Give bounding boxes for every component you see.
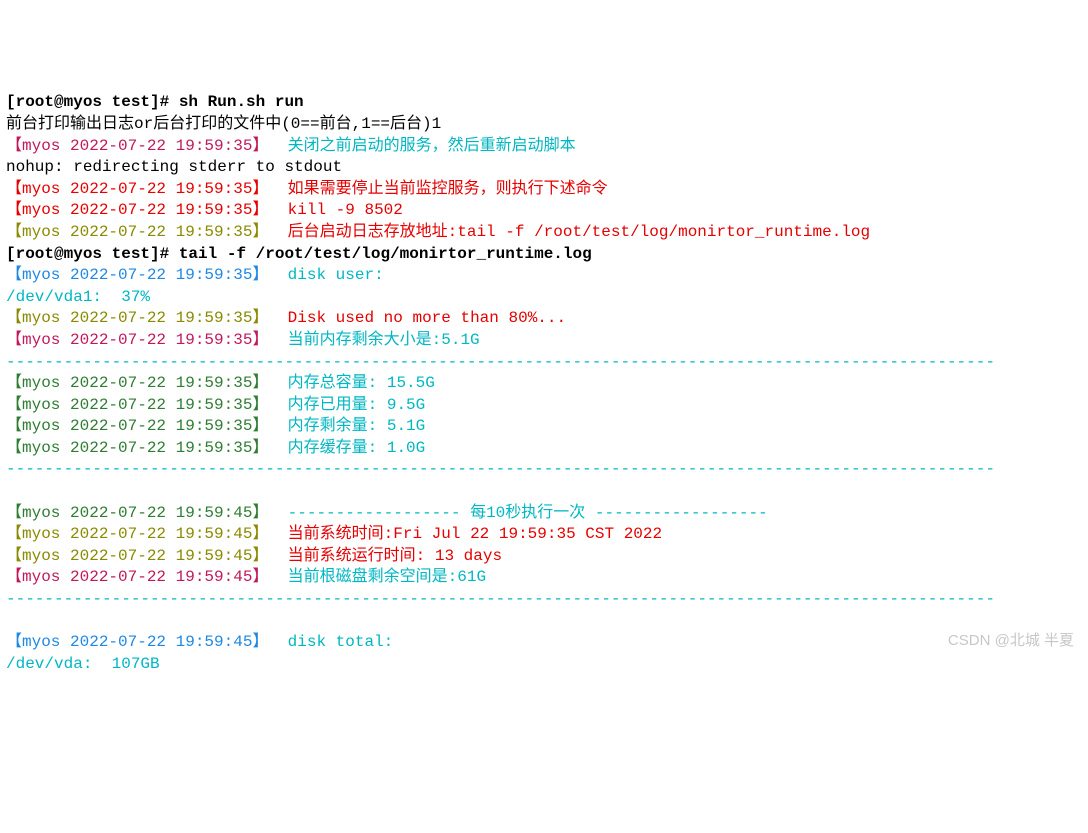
terminal-line xyxy=(6,611,1082,633)
terminal-span: disk user: xyxy=(278,266,384,284)
terminal-span: 内存剩余量: 5.1G xyxy=(278,417,425,435)
terminal-span: 当前根磁盘剩余空间是:61G xyxy=(278,568,486,586)
terminal-span: 内存缓存量: 1.0G xyxy=(278,439,425,457)
terminal-line: 【myos 2022-07-22 19:59:35】 当前内存剩余大小是:5.1… xyxy=(6,330,1082,352)
terminal-span: 后台启动日志存放地址:tail -f /root/test/log/monirt… xyxy=(278,223,870,241)
terminal-line: ----------------------------------------… xyxy=(6,459,1082,481)
terminal-line: 【myos 2022-07-22 19:59:35】 disk user: xyxy=(6,265,1082,287)
terminal-line: 【myos 2022-07-22 19:59:45】 当前系统运行时间: 13 … xyxy=(6,546,1082,568)
terminal-line: 【myos 2022-07-22 19:59:45】 -------------… xyxy=(6,503,1082,525)
terminal-line: 前台打印输出日志or后台打印的文件中(0==前台,1==后台)1 xyxy=(6,114,1082,136)
terminal-span: 【myos 2022-07-22 19:59:45】 xyxy=(6,504,278,522)
terminal-span: 【myos 2022-07-22 19:59:45】 xyxy=(6,525,278,543)
terminal-span: 【myos 2022-07-22 19:59:35】 xyxy=(6,266,278,284)
terminal-line: 【myos 2022-07-22 19:59:35】 如果需要停止当前监控服务，… xyxy=(6,179,1082,201)
terminal-line: 【myos 2022-07-22 19:59:35】 内存缓存量: 1.0G xyxy=(6,438,1082,460)
terminal-span: 【myos 2022-07-22 19:59:45】 xyxy=(6,633,278,651)
terminal-span: 内存总容量: 15.5G xyxy=(278,374,435,392)
terminal-span: 【myos 2022-07-22 19:59:35】 xyxy=(6,201,278,219)
terminal-line: 【myos 2022-07-22 19:59:45】 当前系统时间:Fri Ju… xyxy=(6,524,1082,546)
terminal-span: ----------------------------------------… xyxy=(6,353,995,371)
terminal-span: ----------------------------------------… xyxy=(6,590,995,608)
terminal-span: disk total: xyxy=(278,633,393,651)
terminal-span: 当前内存剩余大小是:5.1G xyxy=(278,331,480,349)
terminal-line: /dev/vda1: 37% xyxy=(6,287,1082,309)
terminal-span: [root@myos test]# tail -f /root/test/log… xyxy=(6,245,592,263)
terminal-span: /dev/vda1: 37% xyxy=(6,288,150,306)
terminal-line: 【myos 2022-07-22 19:59:35】 内存总容量: 15.5G xyxy=(6,373,1082,395)
terminal-line: ----------------------------------------… xyxy=(6,352,1082,374)
terminal-span: 【myos 2022-07-22 19:59:35】 xyxy=(6,137,278,155)
terminal-span xyxy=(6,482,16,500)
terminal-span: /dev/vda: 107GB xyxy=(6,655,160,673)
terminal-line: nohup: redirecting stderr to stdout xyxy=(6,157,1082,179)
terminal-span: ----------------------------------------… xyxy=(6,460,995,478)
terminal-span: 当前系统时间:Fri Jul 22 19:59:35 CST 2022 xyxy=(278,525,662,543)
terminal-line: 【myos 2022-07-22 19:59:35】 Disk used no … xyxy=(6,308,1082,330)
terminal-span: 【myos 2022-07-22 19:59:35】 xyxy=(6,331,278,349)
terminal-span xyxy=(6,612,16,630)
terminal-line: 【myos 2022-07-22 19:59:35】 关闭之前启动的服务，然后重… xyxy=(6,136,1082,158)
terminal-span: 【myos 2022-07-22 19:59:35】 xyxy=(6,417,278,435)
terminal-line: 【myos 2022-07-22 19:59:35】 后台启动日志存放地址:ta… xyxy=(6,222,1082,244)
terminal-span: 如果需要停止当前监控服务，则执行下述命令 xyxy=(278,180,608,198)
terminal-span: 【myos 2022-07-22 19:59:35】 xyxy=(6,180,278,198)
terminal-line: [root@myos test]# sh Run.sh run xyxy=(6,92,1082,114)
terminal-span: 【myos 2022-07-22 19:59:35】 xyxy=(6,309,278,327)
terminal-span: 前台打印输出日志or后台打印的文件中(0==前台,1==后台)1 xyxy=(6,115,441,133)
terminal-span: 当前系统运行时间: 13 days xyxy=(278,547,502,565)
terminal-span: 关闭之前启动的服务，然后重新启动脚本 xyxy=(278,137,576,155)
watermark-text: CSDN @北城 半夏 xyxy=(948,631,1074,651)
terminal-line: 【myos 2022-07-22 19:59:35】 kill -9 8502 xyxy=(6,200,1082,222)
terminal-span: 【myos 2022-07-22 19:59:45】 xyxy=(6,547,278,565)
terminal-span: nohup: redirecting stderr to stdout xyxy=(6,158,342,176)
terminal-output: [root@myos test]# sh Run.sh run 前台打印输出日志o… xyxy=(6,92,1082,675)
terminal-line: ----------------------------------------… xyxy=(6,589,1082,611)
terminal-span: kill -9 8502 xyxy=(278,201,403,219)
terminal-span: 内存已用量: 9.5G xyxy=(278,396,425,414)
terminal-span: 【myos 2022-07-22 19:59:35】 xyxy=(6,374,278,392)
terminal-span: Disk used no more than 80%... xyxy=(278,309,566,327)
terminal-span: ------------------ 每10秒执行一次 ------------… xyxy=(278,504,768,522)
terminal-line: 【myos 2022-07-22 19:59:45】 当前根磁盘剩余空间是:61… xyxy=(6,567,1082,589)
terminal-span: 【myos 2022-07-22 19:59:35】 xyxy=(6,439,278,457)
terminal-line: /dev/vda: 107GB xyxy=(6,654,1082,676)
terminal-span: 【myos 2022-07-22 19:59:35】 xyxy=(6,396,278,414)
terminal-span: 【myos 2022-07-22 19:59:35】 xyxy=(6,223,278,241)
terminal-line: 【myos 2022-07-22 19:59:35】 内存已用量: 9.5G xyxy=(6,395,1082,417)
terminal-line xyxy=(6,481,1082,503)
terminal-line: 【myos 2022-07-22 19:59:45】 disk total: xyxy=(6,632,1082,654)
terminal-span: 【myos 2022-07-22 19:59:45】 xyxy=(6,568,278,586)
terminal-line: [root@myos test]# tail -f /root/test/log… xyxy=(6,244,1082,266)
terminal-span: [root@myos test]# sh Run.sh run xyxy=(6,93,304,111)
terminal-line: 【myos 2022-07-22 19:59:35】 内存剩余量: 5.1G xyxy=(6,416,1082,438)
